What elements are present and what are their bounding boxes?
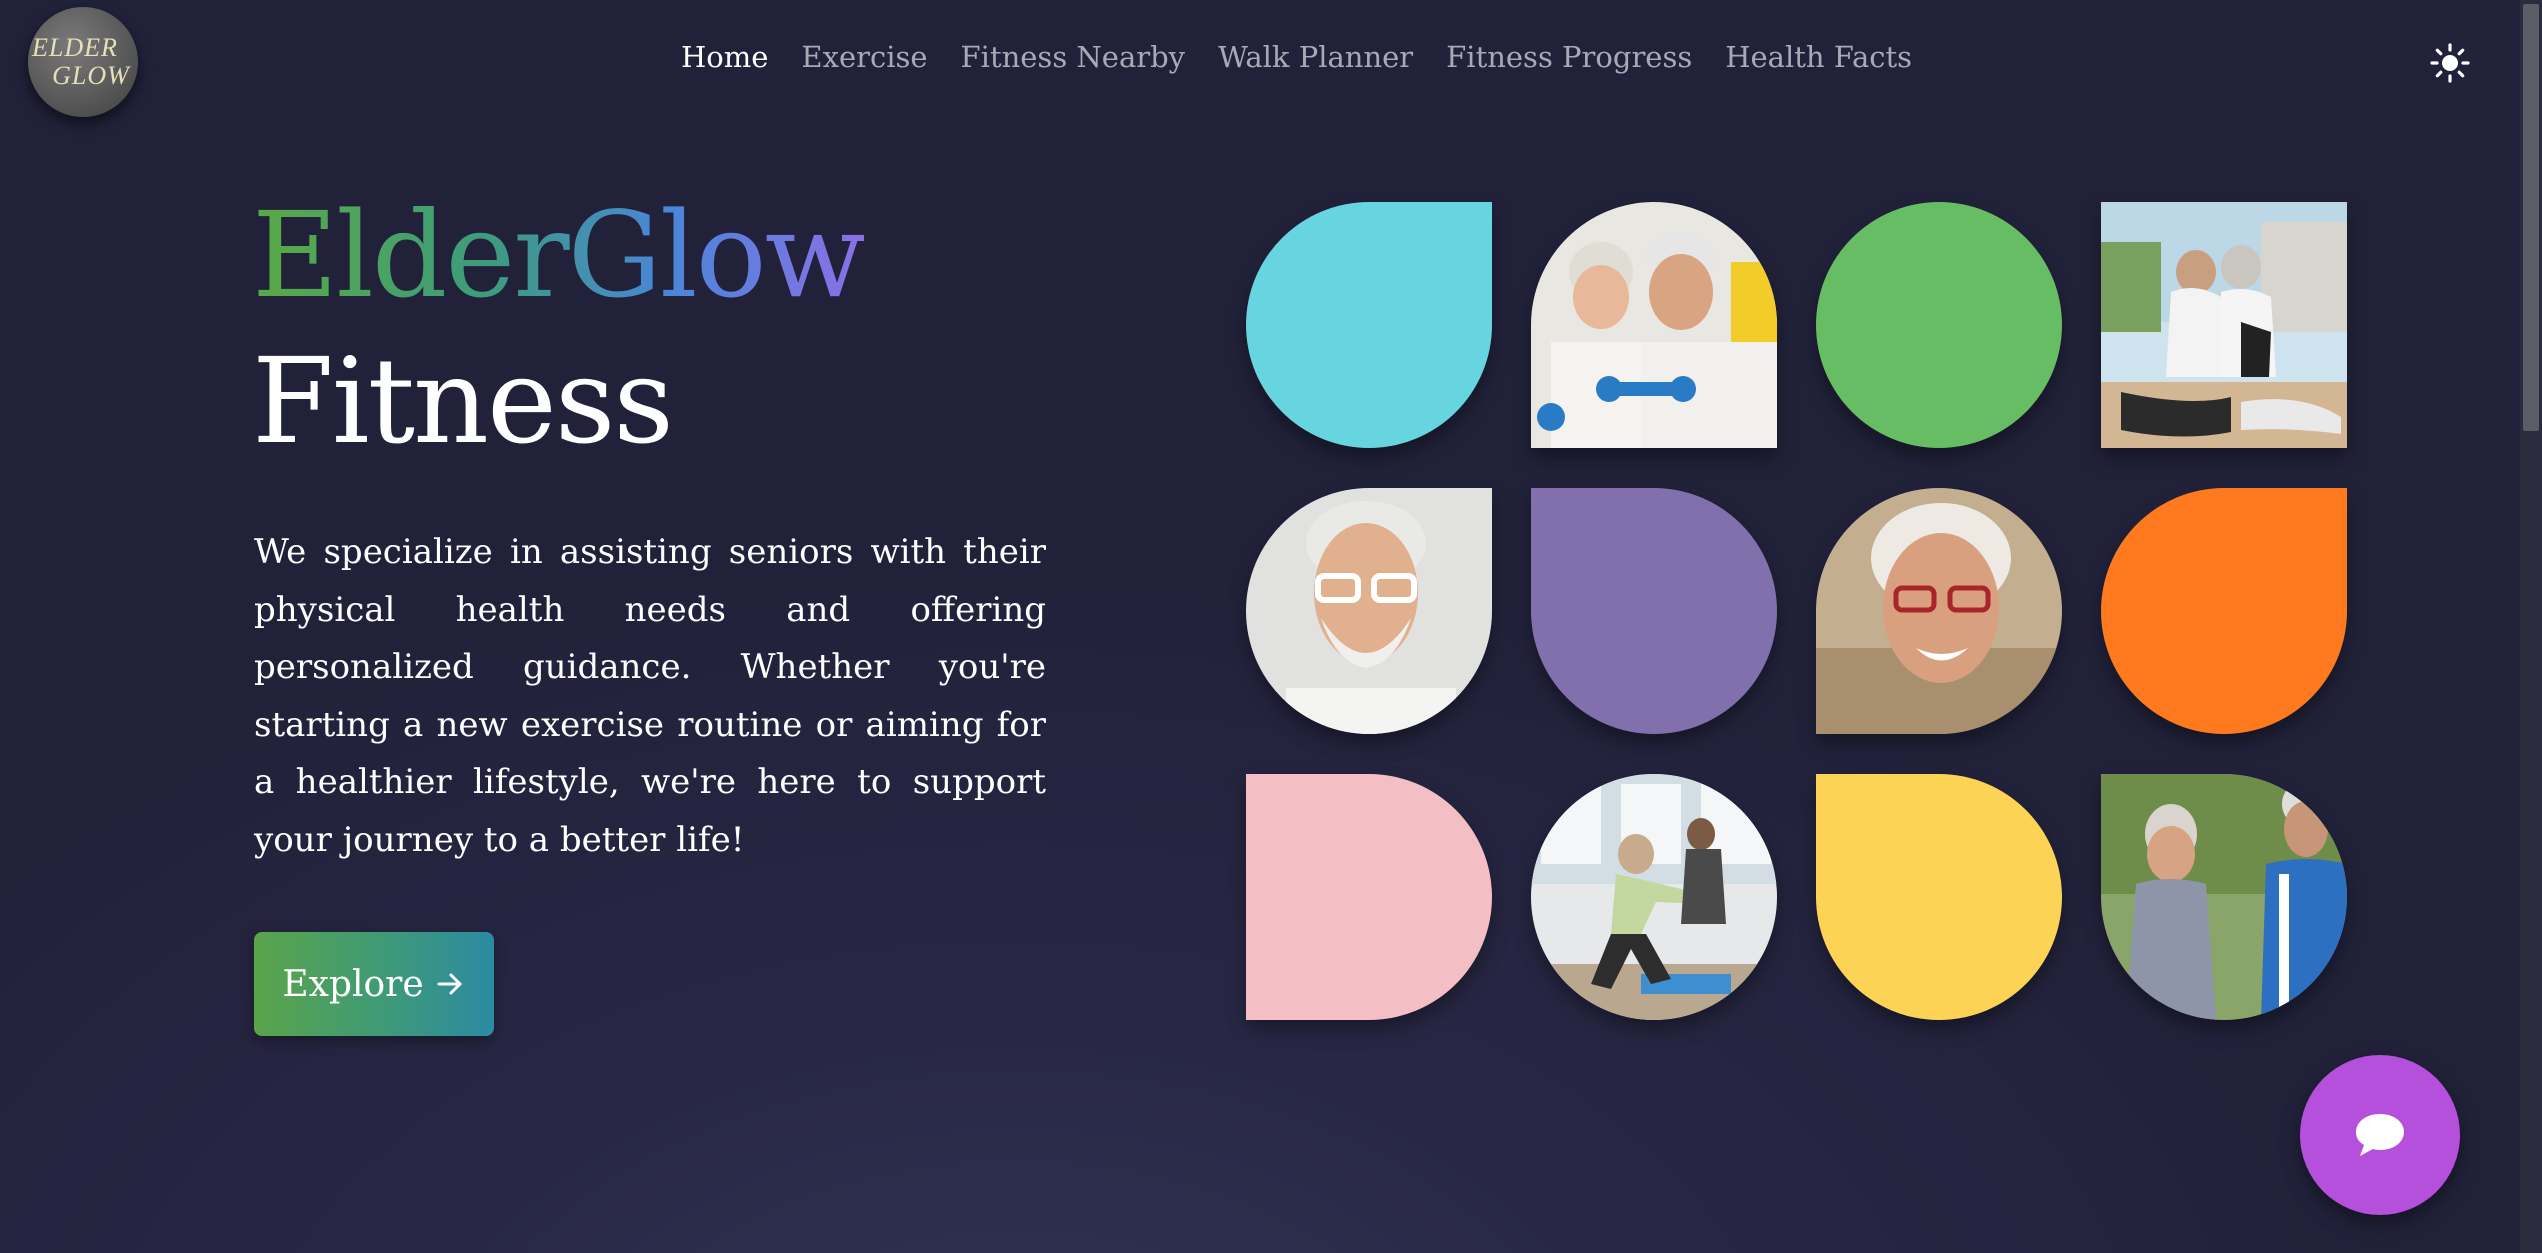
tile-orange	[2101, 488, 2347, 734]
nav-walk-planner[interactable]: Walk Planner	[1218, 40, 1413, 74]
photo-seniors-dumbbells	[1531, 202, 1777, 448]
logo-line-2: GLOW	[52, 61, 130, 90]
chat-bubble-icon	[2356, 1114, 2404, 1156]
tile-pink	[1246, 774, 1492, 1020]
arrow-right-icon	[437, 973, 462, 995]
photo-seniors-jogging	[2101, 774, 2347, 1020]
page-scrollbar[interactable]	[2520, 0, 2542, 1253]
photo-senior-exercise-class	[1531, 774, 1777, 1020]
main-nav: Home Exercise Fitness Nearby Walk Planne…	[681, 40, 1912, 74]
photo-laughing-senior-woman	[1816, 488, 2062, 734]
explore-label: Explore	[282, 963, 424, 1005]
hero-title: ElderGlow Fitness	[252, 182, 866, 474]
theme-toggle-button[interactable]	[2430, 43, 2470, 83]
nav-exercise[interactable]: Exercise	[801, 40, 927, 74]
scrollbar-thumb[interactable]	[2523, 4, 2539, 431]
logo[interactable]: ELDER GLOW	[28, 7, 138, 117]
feature-grid	[1246, 202, 2347, 1020]
hero-description: We specialize in assisting seniors with …	[254, 532, 1046, 860]
brand-name: ElderGlow	[252, 182, 866, 328]
photo-seniors-stretching	[2101, 202, 2347, 448]
hero-subtitle: Fitness	[252, 332, 674, 470]
nav-fitness-progress[interactable]: Fitness Progress	[1446, 40, 1692, 74]
photo-smiling-senior-man	[1246, 488, 1492, 734]
logo-line-1: ELDER	[32, 33, 118, 62]
tile-cyan	[1246, 202, 1492, 448]
nav-health-facts[interactable]: Health Facts	[1725, 40, 1912, 74]
tile-green	[1816, 202, 2062, 448]
tile-yellow	[1816, 774, 2062, 1020]
chat-button[interactable]	[2300, 1055, 2460, 1215]
nav-fitness-nearby[interactable]: Fitness Nearby	[961, 40, 1186, 74]
nav-home[interactable]: Home	[681, 40, 768, 74]
sun-icon	[2430, 43, 2470, 83]
tile-purple	[1531, 488, 1777, 734]
explore-button[interactable]: Explore	[254, 932, 494, 1036]
